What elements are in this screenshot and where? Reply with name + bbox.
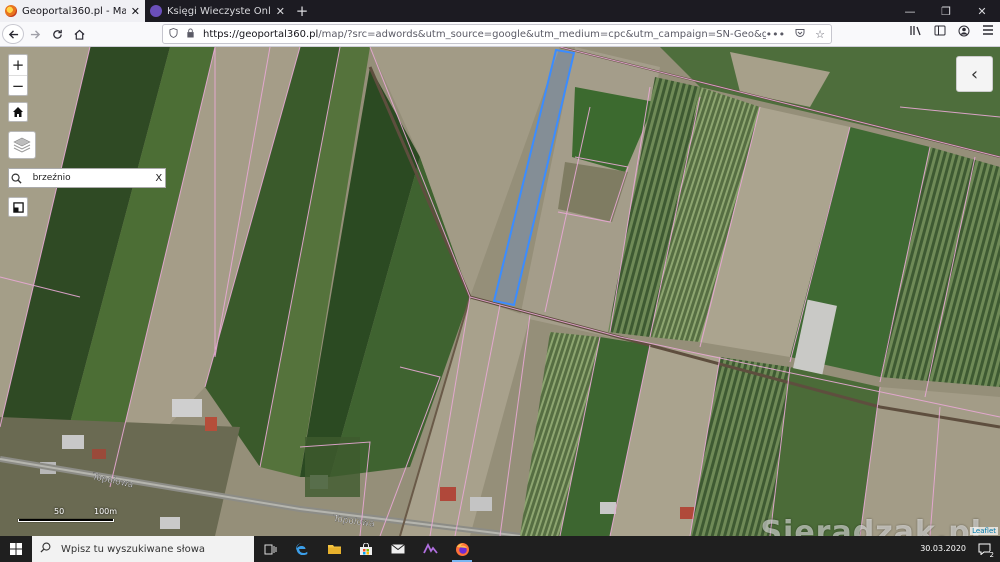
scale-label-mid: 50	[54, 507, 65, 516]
tab-title: Księgi Wieczyste Online - Ogól	[167, 5, 271, 17]
forward-button[interactable]	[24, 23, 46, 45]
taskbar-search-placeholder: Wpisz tu wyszukiwane słowa	[61, 543, 206, 555]
file-explorer-taskbar-button[interactable]	[318, 536, 350, 562]
mail-icon	[391, 544, 405, 554]
building	[205, 417, 217, 431]
start-button[interactable]	[0, 536, 32, 562]
layers-button[interactable]	[8, 131, 36, 159]
map-attribution-link[interactable]: Leaflet	[970, 527, 998, 535]
clock[interactable]: 30.03.2020	[920, 544, 966, 554]
scale-label-end: 100m	[94, 507, 118, 516]
edge-icon	[296, 543, 308, 556]
close-window-button[interactable]: ✕	[964, 0, 1000, 22]
restore-button[interactable]: ❐	[928, 0, 964, 22]
task-view-icon	[264, 544, 276, 554]
tab-ksiegi-wieczyste[interactable]: Księgi Wieczyste Online - Ogól ✕	[145, 0, 290, 22]
arrow-right-icon	[30, 29, 40, 39]
notification-count: 2	[989, 551, 994, 559]
building	[440, 487, 456, 501]
shield-icon[interactable]	[169, 27, 178, 41]
store-bag-icon	[360, 542, 372, 555]
watermark: Sieradzak.pl	[760, 515, 982, 536]
tab-title: Geoportal360.pl - Mapa Interak	[22, 5, 126, 17]
zoom-control: + −	[8, 54, 28, 96]
url-text: https://geoportal360.pl/map/?src=adwords…	[203, 29, 766, 40]
store-taskbar-button[interactable]	[350, 536, 382, 562]
page-actions-icon[interactable]: •••	[766, 28, 785, 41]
app-icon	[422, 543, 438, 554]
library-icon[interactable]	[910, 25, 922, 40]
zoom-out-button[interactable]: −	[9, 75, 27, 95]
layers-icon	[13, 137, 31, 153]
building	[62, 435, 84, 449]
sidebar-icon[interactable]	[934, 25, 946, 40]
back-button[interactable]	[2, 24, 24, 44]
search-icon[interactable]	[9, 173, 25, 184]
field	[860, 387, 1000, 536]
building	[680, 507, 694, 519]
clear-search-button[interactable]: X	[153, 173, 165, 184]
tab-close-icon[interactable]: ✕	[276, 5, 285, 18]
minimize-button[interactable]: —	[892, 0, 928, 22]
system-tray: 30.03.2020 2	[920, 536, 1000, 562]
clock-date: 30.03.2020	[920, 544, 966, 553]
building	[172, 399, 202, 417]
reload-icon	[52, 29, 62, 39]
menu-icon[interactable]	[982, 25, 994, 40]
building	[600, 502, 616, 514]
reload-button[interactable]	[46, 23, 68, 45]
bookmark-star-icon[interactable]: ☆	[815, 28, 825, 41]
account-icon[interactable]	[958, 25, 970, 40]
tab-geoportal[interactable]: Geoportal360.pl - Mapa Interak ✕	[0, 0, 145, 22]
action-center-button[interactable]: 2	[972, 536, 996, 562]
app-taskbar-button[interactable]	[414, 536, 446, 562]
search-input[interactable]	[24, 173, 153, 183]
tab-bar-spacer	[314, 0, 892, 22]
firefox-taskbar-button[interactable]	[446, 536, 478, 562]
taskbar-search[interactable]: Wpisz tu wyszukiwane słowa	[32, 536, 254, 562]
building	[92, 449, 106, 459]
home-icon	[74, 29, 84, 40]
home-icon	[13, 107, 23, 117]
home-extent-button[interactable]	[8, 102, 28, 122]
pocket-icon[interactable]	[795, 28, 805, 41]
search-icon	[40, 542, 51, 556]
zoom-in-button[interactable]: +	[9, 55, 27, 75]
url-path: /map/?src=adwords&utm_source=google&utm_…	[318, 28, 766, 40]
tab-close-icon[interactable]: ✕	[131, 5, 140, 18]
task-view-button[interactable]	[254, 536, 286, 562]
building	[160, 517, 180, 529]
folder-icon	[327, 545, 341, 554]
building	[470, 497, 492, 511]
mail-taskbar-button[interactable]	[382, 536, 414, 562]
windows-logo-icon	[10, 543, 22, 555]
map-search-box: X	[8, 168, 166, 188]
lock-icon[interactable]	[186, 28, 195, 41]
arrow-left-icon	[8, 29, 18, 39]
scale-bar: 50 100m	[18, 507, 118, 522]
kw-favicon-icon	[150, 5, 162, 17]
geoportal-favicon-icon	[5, 5, 17, 17]
windows-taskbar: Wpisz tu wyszukiwane słowa 30.03.2020 2	[0, 536, 1000, 562]
panel-toggle-button[interactable]: ‹	[956, 56, 993, 92]
firefox-icon	[455, 542, 469, 556]
navigation-toolbar: https://geoportal360.pl/map/?src=adwords…	[0, 22, 1000, 47]
address-bar[interactable]: https://geoportal360.pl/map/?src=adwords…	[162, 24, 832, 44]
new-tab-button[interactable]: +	[290, 0, 314, 22]
home-button[interactable]	[68, 23, 90, 45]
draw-tool-button[interactable]	[8, 197, 28, 217]
satellite-imagery[interactable]: Topolowa Topolowa	[0, 47, 1000, 536]
tab-bar: Geoportal360.pl - Mapa Interak ✕ Księgi …	[0, 0, 1000, 22]
url-host: https://geoportal360.pl	[203, 28, 319, 40]
map-viewport[interactable]: Topolowa Topolowa + − X ‹ 50 100m	[0, 47, 1000, 536]
square-icon	[12, 201, 24, 213]
edge-taskbar-button[interactable]	[286, 536, 318, 562]
scale-line	[18, 519, 114, 522]
